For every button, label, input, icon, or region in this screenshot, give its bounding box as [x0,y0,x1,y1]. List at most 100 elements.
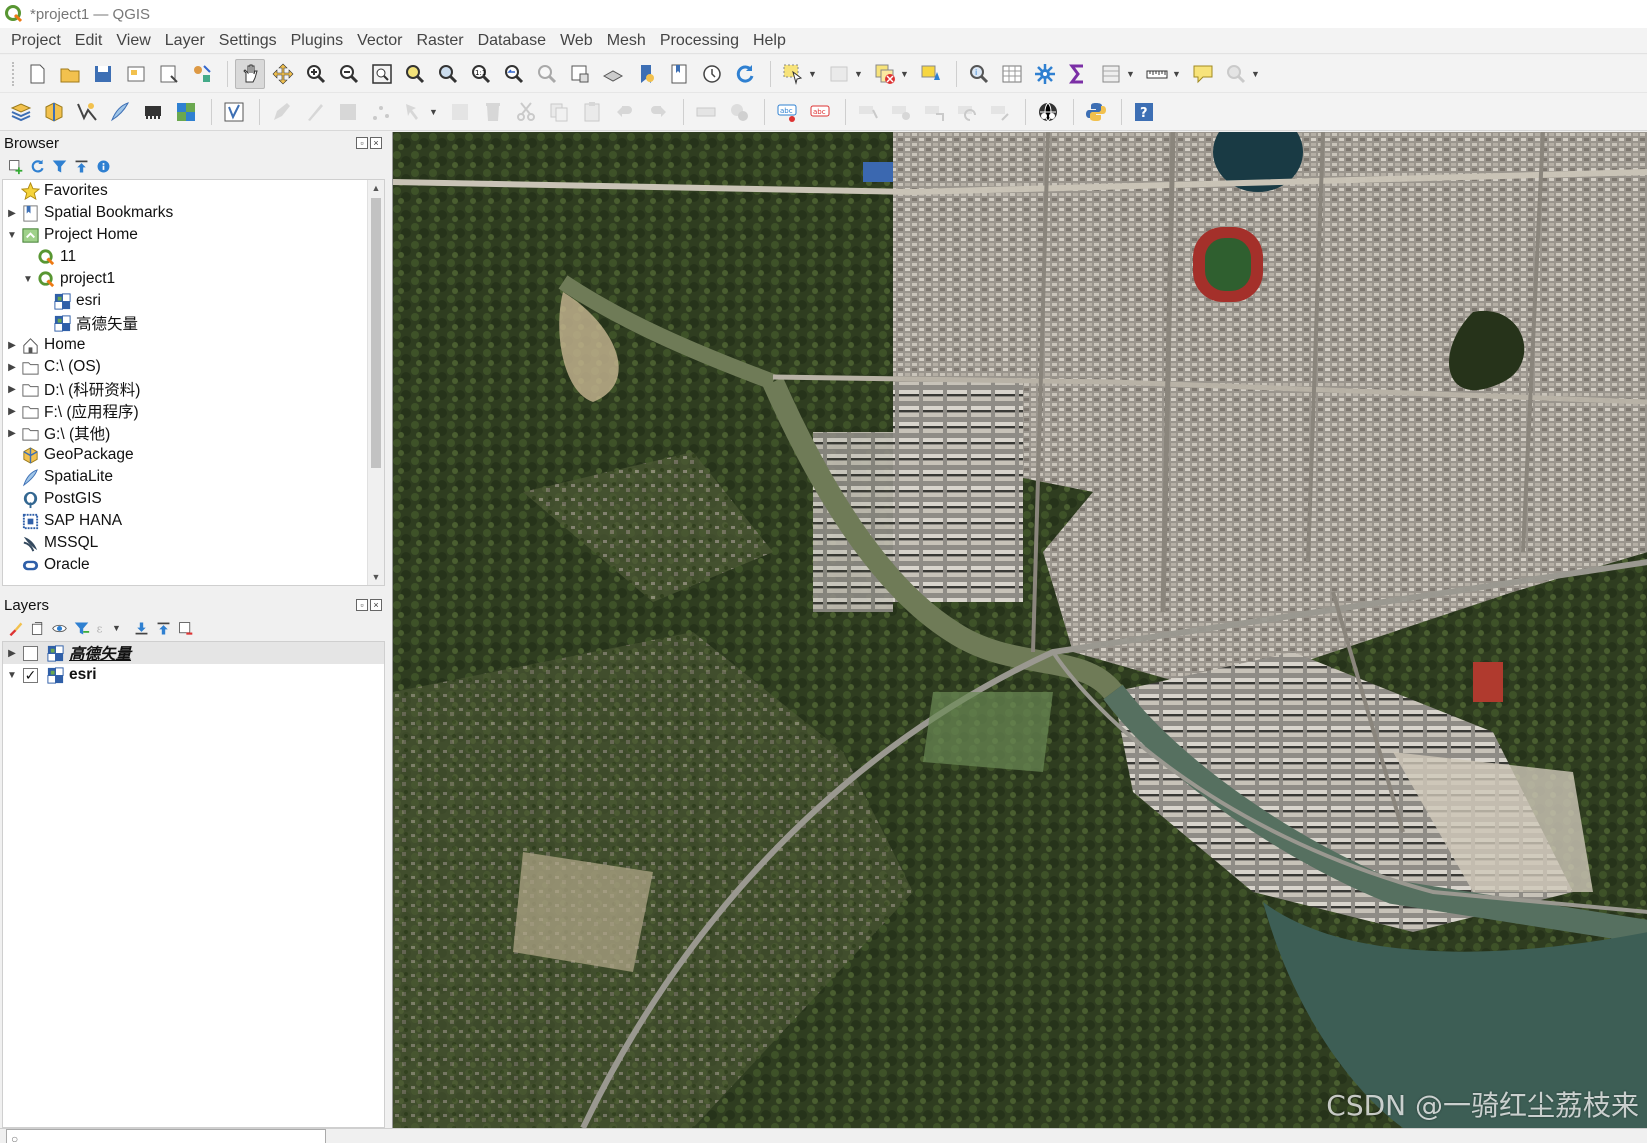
layer-visibility-checkbox[interactable] [23,645,38,661]
browser-item[interactable]: ▶ C:\ (OS) [3,356,384,378]
refresh-button[interactable] [730,59,760,89]
python-console-button[interactable] [1081,97,1111,127]
temporal-controller-button[interactable] [697,59,727,89]
pin-labels-button[interactable] [853,97,883,127]
pan-map-button[interactable] [235,58,265,89]
identify-features-button[interactable]: i [964,59,994,89]
style-brush-icon[interactable] [6,619,24,637]
style-manager-button[interactable] [187,59,217,89]
diagram-button[interactable] [724,97,754,127]
expanded-arrow-icon[interactable]: ▼ [5,230,19,241]
browser-item[interactable]: MSSQL [3,532,384,554]
rotate-label-button[interactable] [952,97,982,127]
menu-project[interactable]: Project [4,32,68,50]
add-selected-layers-button[interactable] [6,157,24,175]
new-3d-map-view-button[interactable] [598,59,628,89]
zoom-to-layer-button[interactable] [433,59,463,89]
menu-view[interactable]: View [109,32,157,50]
layer-labeling-options-button[interactable]: abc [772,97,802,127]
move-label-button[interactable] [919,97,949,127]
cut-features-button[interactable] [511,97,541,127]
collapsed-arrow-icon[interactable]: ▶ [5,406,19,417]
quickmapservices-button[interactable] [1033,97,1063,127]
layer-visibility-checkbox[interactable]: ✓ [23,667,38,683]
zoom-last-button[interactable] [499,59,529,89]
collapse-all-icon[interactable] [154,619,172,637]
virtual-layer-button[interactable] [219,97,249,127]
zoom-out-button[interactable] [334,59,364,89]
menu-settings[interactable]: Settings [212,32,284,50]
browser-item[interactable]: esri [3,290,384,312]
add-group-icon[interactable] [28,619,46,637]
layer-diagram-options-button[interactable]: abc [805,97,835,127]
scroll-thumb[interactable] [371,198,381,468]
new-map-view-button[interactable] [565,59,595,89]
help-button[interactable]: ? [1129,97,1159,127]
toggle-editing-button[interactable] [300,97,330,127]
chevron-down-icon[interactable]: ▼ [854,69,864,79]
label-toolbar-button[interactable] [691,97,721,127]
add-vector-layer-button[interactable] [72,97,102,127]
menu-vector[interactable]: Vector [350,32,409,50]
layer-item[interactable]: ▶ 高德矢量 [3,642,384,664]
select-features-button[interactable] [778,59,808,89]
vertex-tool-button[interactable] [399,97,429,127]
measure-line-button[interactable] [1142,59,1172,89]
new-geopackage-layer-button[interactable] [39,97,69,127]
data-source-manager-button[interactable] [6,97,36,127]
filter-legend-icon[interactable] [72,619,90,637]
browser-item[interactable]: ▶ F:\ (应用程序) [3,400,384,422]
chevron-down-icon[interactable]: ▼ [1172,69,1182,79]
show-hide-labels-button[interactable] [886,97,916,127]
filter-icon[interactable] [50,157,68,175]
browser-item[interactable]: SpatiaLite [3,466,384,488]
browser-item[interactable]: ▶ Spatial Bookmarks [3,202,384,224]
manage-visibility-icon[interactable] [50,619,68,637]
collapse-all-icon[interactable] [72,157,90,175]
new-project-button[interactable] [22,59,52,89]
new-spatial-bookmark-button[interactable] [631,59,661,89]
browser-item[interactable]: PostGIS [3,488,384,510]
menu-raster[interactable]: Raster [409,32,470,50]
menu-processing[interactable]: Processing [653,32,746,50]
collapsed-arrow-icon[interactable]: ▶ [5,648,19,659]
filter-expression-icon[interactable]: ε [94,619,112,637]
expand-all-icon[interactable] [132,619,150,637]
statistical-summary-button[interactable] [1063,59,1093,89]
browser-item[interactable]: ▶ Home [3,334,384,356]
browser-item[interactable]: 11 [3,246,384,268]
delete-selected-button[interactable] [478,97,508,127]
modify-attributes-button[interactable] [445,97,475,127]
copy-features-button[interactable] [544,97,574,127]
chevron-down-icon[interactable]: ▼ [900,69,910,79]
collapsed-arrow-icon[interactable]: ▶ [5,384,19,395]
locator-search-input[interactable]: ○ [6,1129,326,1143]
browser-item[interactable]: ▶ D:\ (科研资料) [3,378,384,400]
menu-plugins[interactable]: Plugins [284,32,350,50]
browser-item[interactable]: 高德矢量 [3,312,384,334]
layout-manager-button[interactable] [154,59,184,89]
open-attribute-table-button[interactable] [997,59,1027,89]
new-print-layout-button[interactable] [121,59,151,89]
locator-search-button[interactable] [1221,59,1251,89]
expanded-arrow-icon[interactable]: ▼ [21,274,35,285]
chevron-down-icon[interactable]: ▼ [1126,69,1136,79]
float-panel-button[interactable]: ▫ [356,599,368,611]
redo-button[interactable] [643,97,673,127]
undo-button[interactable] [610,97,640,127]
field-calculator-button[interactable] [1096,59,1126,89]
zoom-to-selection-button[interactable] [400,59,430,89]
browser-item[interactable]: GeoPackage [3,444,384,466]
processing-toolbox-button[interactable] [1030,59,1060,89]
save-layer-edits-button[interactable] [333,97,363,127]
menu-layer[interactable]: Layer [158,32,212,50]
menu-web[interactable]: Web [553,32,600,50]
menu-database[interactable]: Database [471,32,554,50]
zoom-in-button[interactable] [301,59,331,89]
scroll-down-icon[interactable]: ▼ [368,569,384,585]
float-panel-button[interactable]: ▫ [356,137,368,149]
collapsed-arrow-icon[interactable]: ▶ [5,428,19,439]
refresh-icon[interactable] [28,157,46,175]
browser-item[interactable]: SAP HANA [3,510,384,532]
zoom-next-button[interactable] [532,59,562,89]
